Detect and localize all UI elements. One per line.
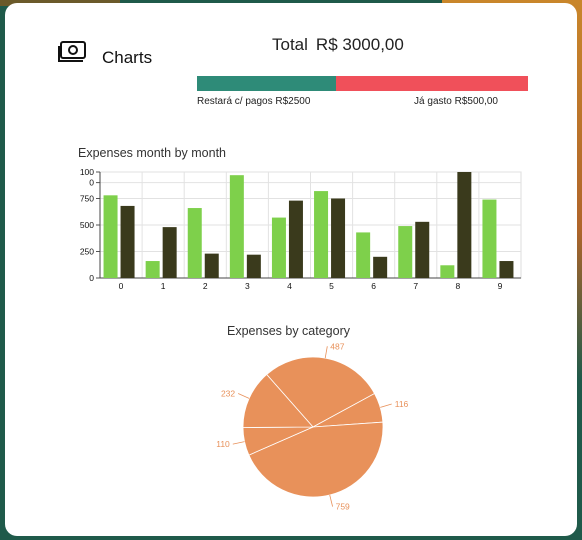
pie-leader-line: [232, 441, 245, 445]
pie-leader-line: [380, 403, 392, 408]
pie-leader-line: [237, 393, 250, 399]
charts-card: Charts Total R$ 3000,00 Restará c/ pagos …: [5, 3, 577, 536]
pie-leader-line: [324, 346, 328, 359]
pie-slice-label: 110: [216, 439, 230, 449]
pie-slice-label: 116: [395, 399, 409, 409]
pie-slice-label: 759: [336, 502, 350, 512]
pie-slice-label: 232: [221, 389, 235, 399]
pie-slice-label: 487: [330, 341, 344, 351]
pie-chart: 487 116 759 110 232: [216, 341, 409, 512]
pie-leader-line: [329, 494, 333, 507]
